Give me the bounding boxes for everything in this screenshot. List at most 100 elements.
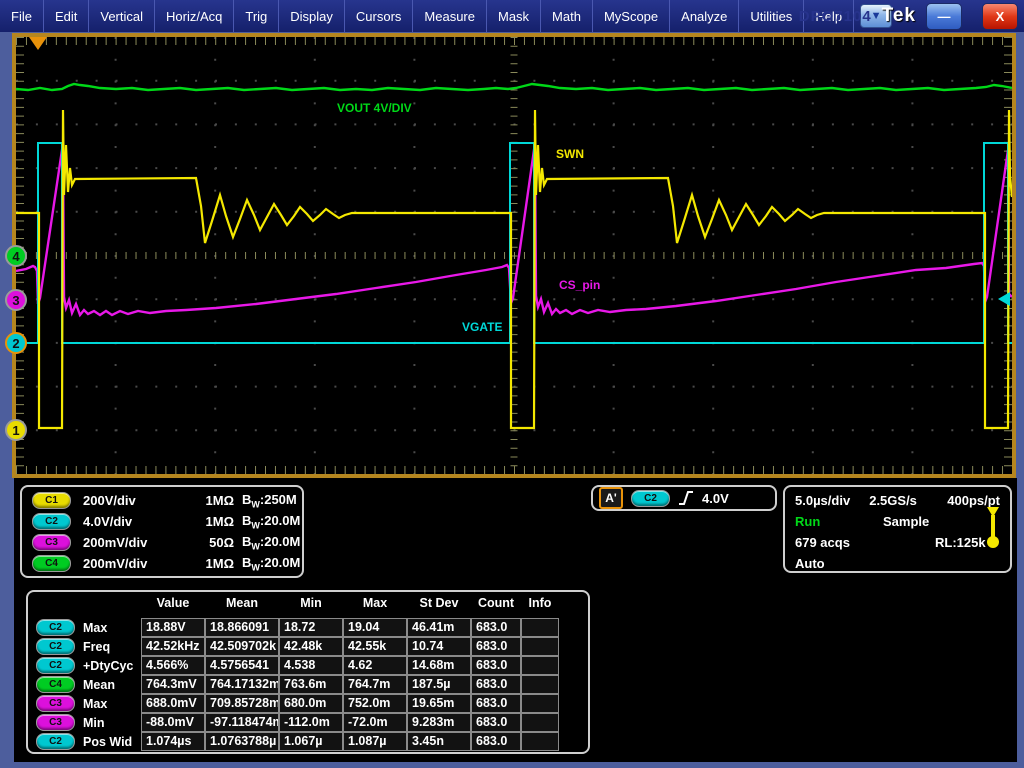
menu-measure[interactable]: Measure	[413, 0, 487, 32]
trigger-source-badge: C2	[631, 490, 670, 507]
channel4-impedance: 1MΩ	[188, 556, 234, 571]
channel4-bandwidth: BW:20.0M	[242, 555, 300, 573]
channel2-bandwidth: BW:20.0M	[242, 513, 300, 531]
measurement-name: Pos Wid	[83, 735, 141, 749]
trigger-level-arrow[interactable]	[998, 292, 1010, 306]
menu-analyze[interactable]: Analyze	[670, 0, 739, 32]
readout-area: C1 200V/div 1MΩ BW:250M C2 4.0V/div 1MΩ …	[14, 478, 1017, 762]
channel3-badge[interactable]: C3	[32, 534, 71, 551]
waveform-plot[interactable]: VOUT 4V/DIV SWN CS_pin VGATE 4 3 2 1	[16, 37, 1012, 474]
channel2-marker[interactable]: 2	[5, 332, 27, 354]
menu-myscope[interactable]: MyScope	[593, 0, 670, 32]
menu-display[interactable]: Display	[279, 0, 345, 32]
label-cs-pin: CS_pin	[559, 278, 600, 292]
menu-horiz-acq[interactable]: Horiz/Acq	[155, 0, 234, 32]
thermometer-icon	[986, 507, 1000, 549]
titlebar-right: DPO7104 Tek — X	[799, 0, 1018, 32]
measurement-name: Freq	[83, 640, 141, 654]
row-channel-badge: C2	[36, 619, 75, 636]
channel1-marker[interactable]: 1	[5, 419, 27, 441]
measurement-name: Mean	[83, 678, 141, 692]
menu-utilities[interactable]: Utilities	[739, 0, 804, 32]
measurement-name: +DtyCyc	[83, 659, 141, 673]
trigger-mode-badge: A'	[599, 487, 623, 509]
row-channel-badge: C3	[36, 714, 75, 731]
minimize-button[interactable]: —	[926, 3, 962, 30]
row-channel-badge: C2	[36, 657, 75, 674]
menu-cursors[interactable]: Cursors	[345, 0, 414, 32]
measurement-row: C2 Freq 42.52kHz 42.509702k 42.48k 42.55…	[36, 637, 559, 656]
channel1-bandwidth: BW:250M	[242, 492, 297, 510]
column-header-count: Count	[471, 595, 521, 614]
menu-math[interactable]: Math	[541, 0, 593, 32]
channel2-impedance: 1MΩ	[188, 514, 234, 529]
timebase-scale: 5.0µs/div	[795, 493, 869, 508]
waveform-window: VOUT 4V/DIV SWN CS_pin VGATE 4 3 2 1	[12, 33, 1016, 478]
measurement-row: C2 Pos Wid 1.074µs 1.0763788µ 1.067µ 1.0…	[36, 732, 559, 751]
label-swn: SWN	[556, 147, 584, 161]
menu-vertical[interactable]: Vertical	[89, 0, 155, 32]
channel-settings-box: C1 200V/div 1MΩ BW:250M C2 4.0V/div 1MΩ …	[20, 485, 304, 578]
timebase-box: 5.0µs/div 2.5GS/s 400ps/pt Run Sample 67…	[783, 485, 1012, 573]
rising-edge-icon	[678, 490, 694, 506]
channel3-bandwidth: BW:20.0M	[242, 534, 300, 552]
channel1-scale: 200V/div	[83, 493, 188, 508]
measurement-name: Min	[83, 716, 141, 730]
column-header-mean: Mean	[205, 595, 279, 614]
channel2-badge[interactable]: C2	[32, 513, 71, 530]
trigger-readout-box: A' C2 4.0V	[591, 485, 777, 511]
channel3-impedance: 50Ω	[188, 535, 234, 550]
menu-bar: File Edit Vertical Horiz/Acq Trig Displa…	[0, 0, 1024, 32]
channel3-marker-arrow	[28, 293, 35, 307]
column-header-stdev: St Dev	[407, 595, 471, 614]
graticule-and-traces	[16, 37, 1012, 474]
label-vgate: VGATE	[462, 320, 502, 334]
column-header-value: Value	[141, 595, 205, 614]
channel4-badge[interactable]: C4	[32, 555, 71, 572]
column-header-info: Info	[521, 595, 559, 614]
measurement-row: C3 Max 688.0mV 709.85728m 680.0m 752.0m …	[36, 694, 559, 713]
label-vout: VOUT 4V/DIV	[337, 101, 412, 115]
measurement-name: Max	[83, 621, 141, 635]
sample-rate: 2.5GS/s	[869, 493, 947, 508]
measurement-row: C2 +DtyCyc 4.566% 4.5756541 4.538 4.62 1…	[36, 656, 559, 675]
tek-logo: Tek	[882, 5, 916, 27]
trace-c1-swn	[16, 110, 1012, 428]
model-label: DPO7104	[799, 8, 872, 25]
measurement-row: C3 Min -88.0mV -97.118474m -112.0m -72.0…	[36, 713, 559, 732]
close-button[interactable]: X	[982, 3, 1018, 30]
measurement-table: Value Mean Min Max St Dev Count Info C2 …	[26, 590, 590, 754]
channel4-marker[interactable]: 4	[5, 245, 27, 267]
menu-mask[interactable]: Mask	[487, 0, 541, 32]
channel3-scale: 200mV/div	[83, 535, 188, 550]
channel3-marker[interactable]: 3	[5, 289, 27, 311]
trigger-position-marker[interactable]	[29, 37, 47, 50]
sample-resolution: 400ps/pt	[947, 493, 1000, 508]
trigger-mode-auto: Auto	[795, 556, 825, 571]
channel4-marker-arrow	[28, 249, 35, 263]
menu-edit[interactable]: Edit	[44, 0, 89, 32]
column-header-min: Min	[279, 595, 343, 614]
measurement-row: C2 Max 18.88V 18.866091 18.72 19.04 46.4…	[36, 618, 559, 637]
channel2-marker-arrow	[28, 336, 35, 350]
menu-trig[interactable]: Trig	[234, 0, 279, 32]
column-header-max: Max	[343, 595, 407, 614]
channel4-scale: 200mV/div	[83, 556, 188, 571]
channel1-marker-arrow	[28, 423, 35, 437]
record-length: RL:125k	[935, 535, 986, 550]
trace-c4-vout	[16, 84, 1012, 90]
acquisition-count: 679 acqs	[795, 535, 935, 550]
measurement-name: Max	[83, 697, 141, 711]
oscilloscope-screen: File Edit Vertical Horiz/Acq Trig Displa…	[0, 0, 1024, 768]
trigger-level: 4.0V	[702, 491, 729, 506]
channel1-badge[interactable]: C1	[32, 492, 71, 509]
trace-c3-cs-pin	[16, 150, 1012, 315]
row-channel-badge: C3	[36, 695, 75, 712]
minimize-icon: —	[938, 9, 951, 24]
run-status: Run	[795, 514, 883, 529]
menu-file[interactable]: File	[0, 0, 44, 32]
row-channel-badge: C2	[36, 638, 75, 655]
measurement-row: C4 Mean 764.3mV 764.17132m 763.6m 764.7m…	[36, 675, 559, 694]
row-channel-badge: C2	[36, 733, 75, 750]
measurement-header-row: Value Mean Min Max St Dev Count Info	[36, 595, 559, 614]
